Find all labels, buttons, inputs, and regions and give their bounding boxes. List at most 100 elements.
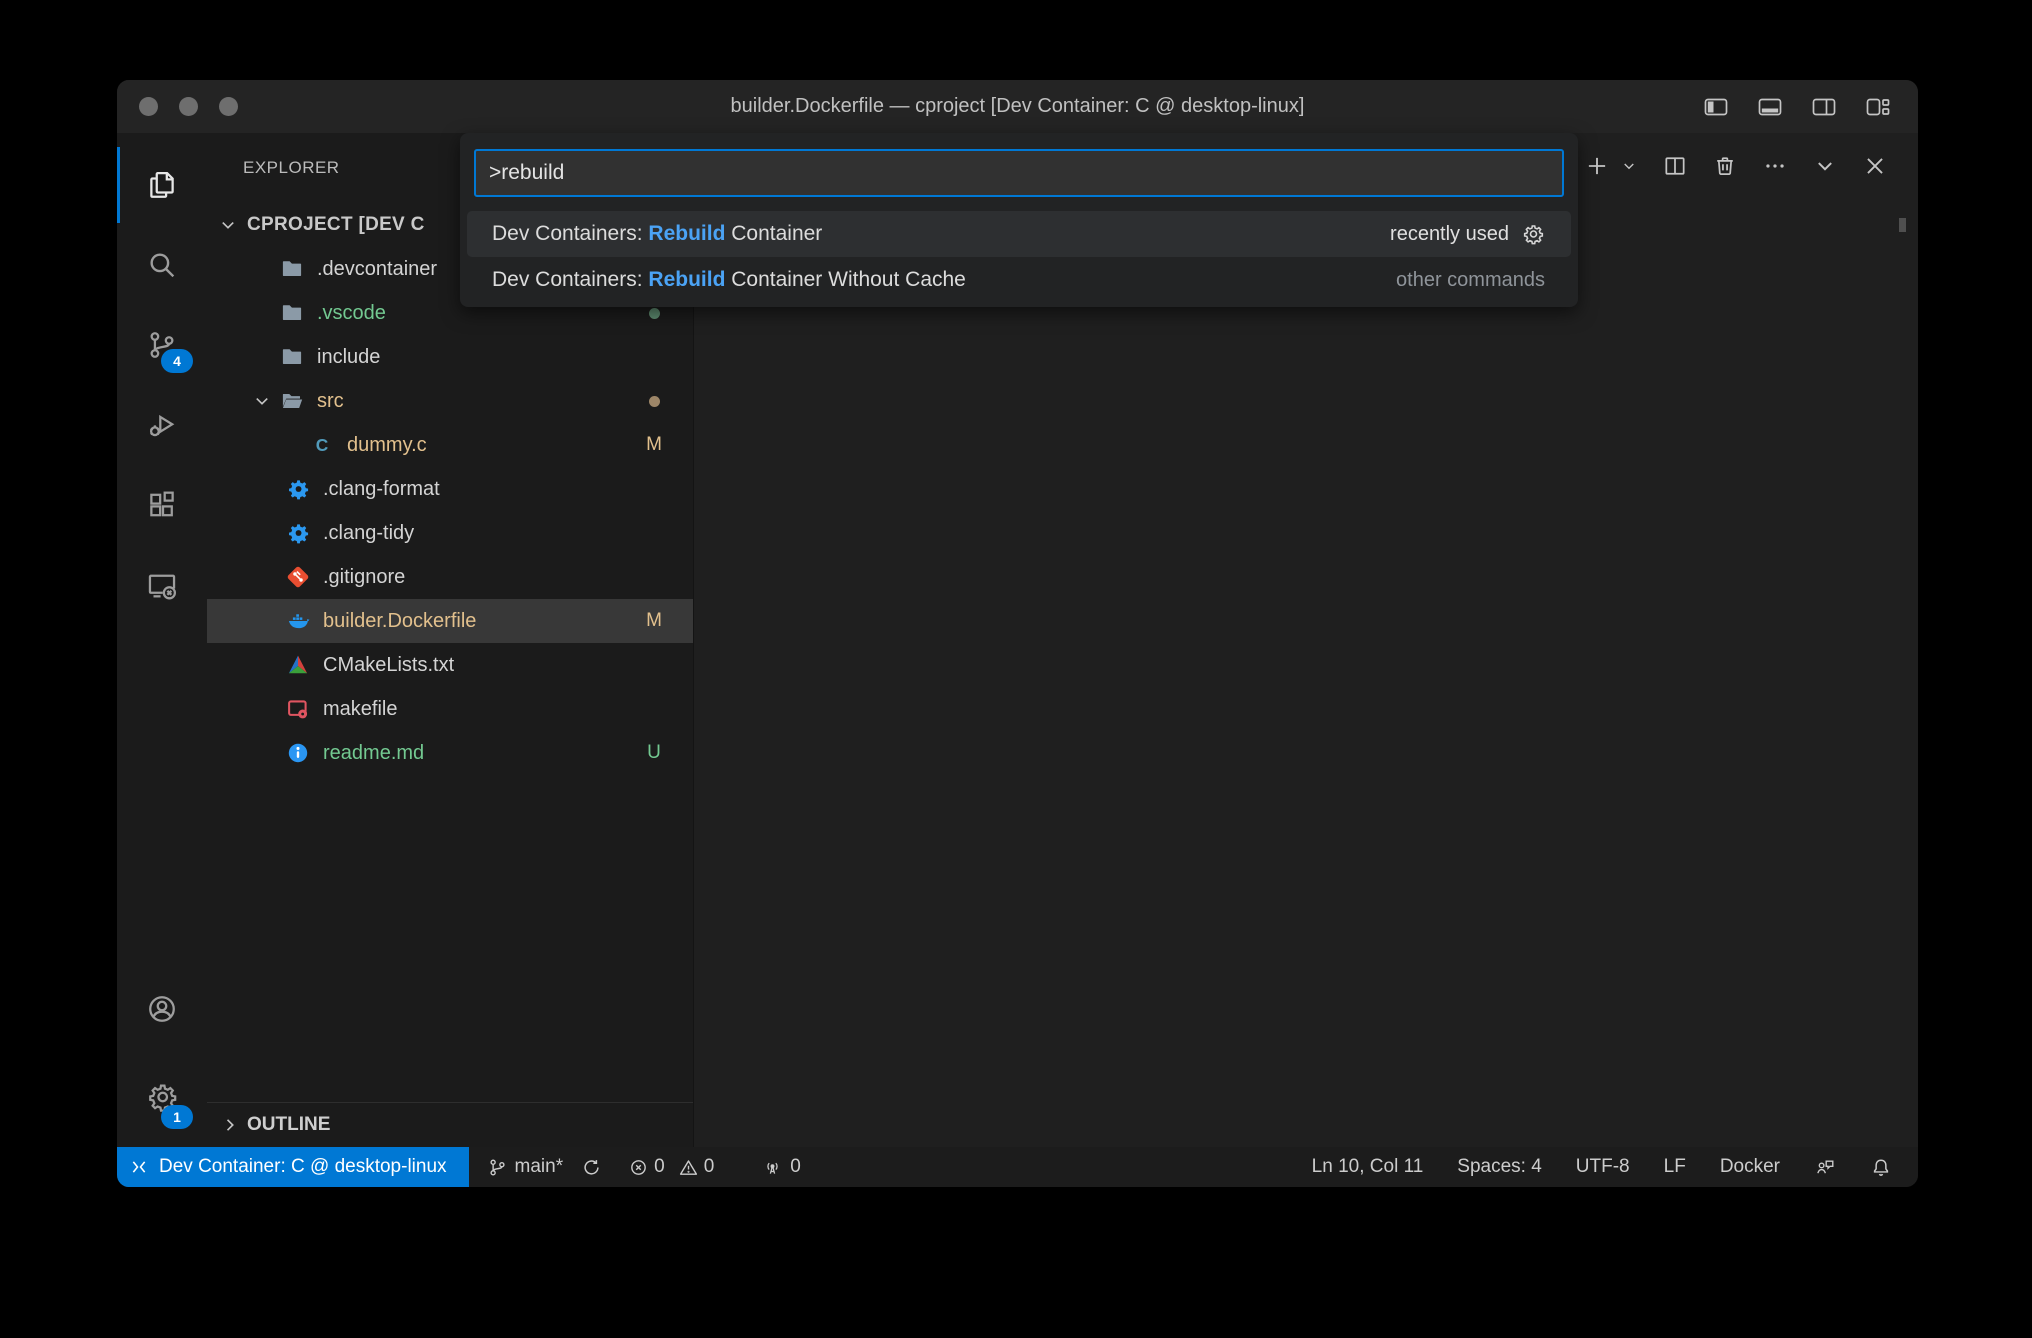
toggle-primary-sidebar-button[interactable] — [1702, 95, 1730, 119]
tree-item-.clang-format[interactable]: .clang-format — [207, 467, 693, 511]
result-text: Dev Containers: Rebuild Container — [492, 222, 822, 246]
tree-item-readme.md[interactable]: readme.mdU — [207, 731, 693, 775]
account-icon — [145, 992, 179, 1026]
manage-badge: 1 — [161, 1105, 193, 1129]
plus-icon — [1584, 153, 1610, 179]
files-icon — [145, 168, 179, 202]
activity-extensions[interactable] — [117, 465, 207, 545]
warning-icon — [678, 1157, 699, 1178]
ports-status[interactable]: 0 — [762, 1156, 801, 1178]
tree-item-dummy.c[interactable]: dummy.cM — [207, 423, 693, 467]
tree-item-src[interactable]: src — [207, 379, 693, 423]
file-name: .clang-tidy — [323, 522, 414, 545]
gear-blue-file-icon — [285, 520, 311, 546]
collapse-panel-button[interactable] — [1812, 153, 1838, 179]
toggle-panel-button[interactable] — [1756, 95, 1784, 119]
activity-run-and-debug[interactable] — [117, 385, 207, 465]
tree-item-.gitignore[interactable]: .gitignore — [207, 555, 693, 599]
info-file-icon — [285, 740, 311, 766]
activity-accounts[interactable] — [117, 965, 207, 1053]
close-panel-button[interactable] — [1862, 153, 1888, 179]
chevron-right-icon — [251, 302, 273, 324]
git-dot-badge — [649, 396, 660, 407]
remote-indicator-icon — [129, 1157, 149, 1177]
remote-indicator[interactable]: Dev Container: C @ desktop-linux — [117, 1147, 469, 1187]
feedback-button[interactable] — [1814, 1156, 1836, 1178]
chevron-down-icon — [251, 390, 273, 412]
problems-status[interactable]: 0 0 — [628, 1156, 722, 1178]
minimize-window-button[interactable] — [179, 97, 198, 116]
error-icon — [628, 1157, 649, 1178]
activity-remote-explorer[interactable] — [117, 545, 207, 625]
more-actions-button[interactable] — [1762, 153, 1788, 179]
indentation-status[interactable]: Spaces: 4 — [1457, 1156, 1542, 1178]
chevron-down-icon — [1620, 157, 1638, 175]
remote-explorer-icon — [145, 568, 179, 602]
feedback-icon — [1814, 1156, 1836, 1178]
broadcast-icon — [762, 1157, 783, 1178]
encoding-status[interactable]: UTF-8 — [1576, 1156, 1630, 1178]
gear-blue-file-icon — [285, 476, 311, 502]
git-branch-status[interactable]: main* — [487, 1156, 564, 1178]
tree-item-include[interactable]: include — [207, 335, 693, 379]
tree-item-CMakeLists.txt[interactable]: CMakeLists.txt — [207, 643, 693, 687]
git-sync-button[interactable] — [581, 1157, 602, 1178]
close-window-button[interactable] — [139, 97, 158, 116]
layout-customize-icon — [1864, 95, 1892, 119]
git-dot-badge — [649, 308, 660, 319]
sync-icon — [581, 1157, 602, 1178]
file-name: src — [317, 390, 344, 413]
notifications-button[interactable] — [1870, 1156, 1892, 1178]
docker-file-icon — [285, 608, 311, 634]
chevron-down-icon — [1812, 153, 1838, 179]
tree-item-.clang-tidy[interactable]: .clang-tidy — [207, 511, 693, 555]
language-mode-status[interactable]: Docker — [1720, 1156, 1780, 1178]
kill-trash-button[interactable] — [1712, 153, 1738, 179]
ellipsis-icon — [1762, 153, 1788, 179]
command-palette-input[interactable]: >rebuild — [474, 149, 1564, 197]
error-count: 0 — [654, 1156, 665, 1178]
makefile-file-icon — [285, 696, 311, 722]
file-name: readme.md — [323, 742, 424, 765]
new-item-dropdown-button[interactable] — [1620, 157, 1638, 175]
git-status-badge: M — [643, 434, 665, 456]
extensions-icon — [145, 488, 179, 522]
folder-file-icon — [279, 256, 305, 282]
palette-result-0[interactable]: Dev Containers: Rebuild Container recent… — [467, 211, 1571, 257]
warning-count: 0 — [704, 1156, 715, 1178]
branch-label: main* — [515, 1156, 564, 1178]
file-name: CMakeLists.txt — [323, 654, 454, 677]
eol-status[interactable]: LF — [1664, 1156, 1686, 1178]
command-query: >rebuild — [489, 161, 564, 185]
scrollbar-thumb[interactable] — [1899, 218, 1906, 232]
split-editor-button[interactable] — [1662, 153, 1688, 179]
cursor-position-status[interactable]: Ln 10, Col 11 — [1312, 1156, 1424, 1178]
ports-count: 0 — [790, 1156, 801, 1178]
activity-manage[interactable]: 1 — [117, 1053, 207, 1141]
window-title: builder.Dockerfile — cproject [Dev Conta… — [731, 95, 1305, 118]
activity-search[interactable] — [117, 225, 207, 305]
gear-icon — [1521, 222, 1545, 246]
new-item-plus-button[interactable] — [1584, 153, 1610, 179]
file-name: .devcontainer — [317, 258, 437, 281]
file-name: .vscode — [317, 302, 386, 325]
result-meta: recently used — [1390, 222, 1545, 246]
activity-explorer[interactable] — [117, 145, 207, 225]
status-bar-right: Ln 10, Col 11 Spaces: 4 UTF-8 LF Docker — [1312, 1156, 1918, 1178]
folder-open-file-icon — [279, 388, 305, 414]
tree-item-builder.Dockerfile[interactable]: builder.DockerfileM — [207, 599, 693, 643]
outline-section-header[interactable]: OUTLINE — [207, 1102, 693, 1147]
layout-controls — [1702, 80, 1892, 133]
tree-item-makefile[interactable]: makefile — [207, 687, 693, 731]
activity-source-control[interactable]: 4 — [117, 305, 207, 385]
folder-file-icon — [279, 344, 305, 370]
traffic-lights — [139, 80, 238, 133]
customize-layout-button[interactable] — [1864, 95, 1892, 119]
vscode-window: builder.Dockerfile — cproject [Dev Conta… — [117, 80, 1918, 1187]
chevron-right-icon — [251, 346, 273, 368]
search-icon — [145, 248, 179, 282]
palette-result-1[interactable]: Dev Containers: Rebuild Container Withou… — [467, 257, 1571, 303]
file-name: include — [317, 346, 380, 369]
toggle-secondary-sidebar-button[interactable] — [1810, 95, 1838, 119]
zoom-window-button[interactable] — [219, 97, 238, 116]
